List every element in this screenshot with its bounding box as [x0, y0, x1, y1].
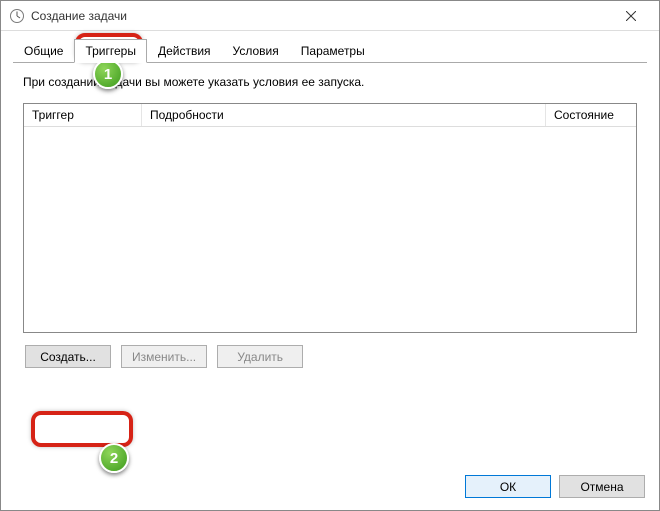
tab-triggers[interactable]: Триггеры — [74, 39, 147, 63]
annotation-highlight-create — [31, 411, 133, 447]
content-area: Общие Триггеры Действия Условия Параметр… — [1, 31, 659, 378]
tab-general[interactable]: Общие — [13, 39, 74, 62]
cancel-button[interactable]: Отмена — [559, 475, 645, 498]
tab-conditions[interactable]: Условия — [222, 39, 290, 62]
titlebar: Создание задачи — [1, 1, 659, 31]
delete-button: Удалить — [217, 345, 303, 368]
clock-icon — [9, 8, 25, 24]
list-header: Триггер Подробности Состояние — [24, 104, 636, 127]
create-button[interactable]: Создать... — [25, 345, 111, 368]
close-button[interactable] — [611, 3, 651, 29]
annotation-marker-2: 2 — [99, 443, 129, 473]
tab-strip: Общие Триггеры Действия Условия Параметр… — [13, 39, 647, 63]
tab-actions[interactable]: Действия — [147, 39, 222, 62]
column-state[interactable]: Состояние — [546, 104, 636, 126]
ok-button[interactable]: ОК — [465, 475, 551, 498]
panel-description: При создании задачи вы можете указать ус… — [23, 75, 637, 89]
dialog-footer: ОК Отмена — [465, 475, 645, 498]
window-title: Создание задачи — [31, 9, 611, 23]
triggers-list[interactable]: Триггер Подробности Состояние — [23, 103, 637, 333]
column-trigger[interactable]: Триггер — [24, 104, 142, 126]
list-buttons: Создать... Изменить... Удалить — [23, 345, 637, 368]
tab-settings[interactable]: Параметры — [290, 39, 376, 62]
tab-panel-triggers: При создании задачи вы можете указать ус… — [13, 63, 647, 378]
column-details[interactable]: Подробности — [142, 104, 546, 126]
edit-button: Изменить... — [121, 345, 207, 368]
